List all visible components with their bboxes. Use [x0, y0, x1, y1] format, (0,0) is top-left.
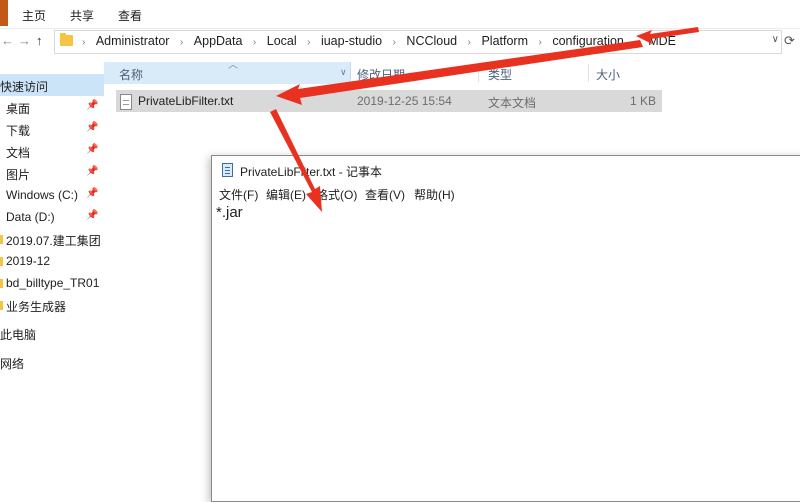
sidebar-item-label: 2019.07.建工集团. [6, 234, 102, 248]
sort-up-icon: ︿ [228, 60, 238, 71]
breadcrumb-separator: › [179, 37, 184, 48]
pin-icon: 📌 [86, 122, 99, 133]
file-size: 1 KB [629, 94, 656, 108]
breadcrumb-item[interactable]: NCCloud [406, 34, 457, 48]
tab-view[interactable]: 查看 [118, 7, 142, 24]
sidebar-item-label: 网络 [0, 357, 25, 371]
sidebar-item-downloads[interactable]: 下载 📌 [0, 118, 104, 140]
forward-icon[interactable]: → [18, 33, 31, 48]
sidebar-item-folder[interactable]: bd_billtype_TR01 [0, 272, 104, 294]
file-name: PrivateLibFilter.txt [138, 94, 234, 108]
breadcrumb: › Administrator › AppData › Local › iuap… [79, 34, 680, 48]
pin-icon: 📌 [86, 188, 99, 199]
sidebar-item-label: 业务生成器 [6, 300, 67, 314]
column-divider [478, 64, 479, 82]
breadcrumb-item[interactable]: Platform [481, 34, 528, 48]
column-type[interactable]: 类型 [488, 66, 512, 83]
sidebar-item-label: bd_billtype_TR01 [6, 276, 100, 290]
sidebar-item-this-pc[interactable]: 此电脑 [0, 322, 104, 344]
sidebar-item-windows-c[interactable]: Windows (C:) 📌 [0, 184, 104, 206]
chevron-down-icon[interactable]: ∨ [772, 34, 779, 45]
breadcrumb-separator: › [252, 37, 257, 48]
breadcrumb-separator: › [538, 37, 542, 48]
breadcrumb-item[interactable]: AppData [194, 34, 243, 48]
notepad-title: PrivateLibFilter.txt - 记事本 [240, 165, 383, 179]
navigation-pane: 快速访问 桌面 📌 下载 📌 文档 📌 图片 📌 Windows (C:) 📌 … [0, 74, 104, 392]
up-icon[interactable]: ↑ [36, 33, 43, 48]
column-divider [588, 64, 589, 82]
pin-icon: 📌 [86, 100, 99, 111]
breadcrumb-separator: › [467, 37, 471, 48]
file-row[interactable]: PrivateLibFilter.txt 2019-12-25 15:54 文本… [116, 90, 662, 112]
breadcrumb-separator: › [82, 37, 86, 48]
notepad-text-area[interactable]: *.jar [216, 204, 243, 221]
file-tab[interactable] [0, 0, 8, 26]
notepad-icon [222, 163, 233, 177]
notepad-menu-bar: 文件(F) 编辑(E) 格式(O) 查看(V) 帮助(H) [212, 184, 800, 204]
column-name-label: 名称 [119, 68, 144, 82]
sidebar-item-folder[interactable]: 业务生成器 [0, 294, 104, 316]
pin-icon: 📌 [86, 210, 99, 221]
ribbon: 主页 共享 查看 [0, 0, 800, 29]
breadcrumb-item[interactable]: MDE [648, 34, 676, 48]
menu-view[interactable]: 查看(V) [365, 186, 405, 203]
breadcrumb-separator: › [392, 37, 396, 48]
folder-icon [0, 235, 3, 244]
text-file-icon [120, 94, 132, 110]
breadcrumb-item[interactable]: configuration [552, 34, 624, 48]
sidebar-item-quick-access[interactable]: 快速访问 [0, 74, 104, 96]
folder-icon [0, 301, 3, 310]
back-icon[interactable]: ← [1, 33, 14, 48]
notepad-window[interactable]: PrivateLibFilter.txt - 记事本 文件(F) 编辑(E) 格… [211, 155, 800, 502]
sidebar-item-label: 2019-12 [6, 254, 51, 268]
tab-share[interactable]: 共享 [70, 7, 94, 24]
sidebar-item-network[interactable]: 网络 [0, 351, 104, 373]
sidebar-item-desktop[interactable]: 桌面 📌 [0, 96, 104, 118]
column-modified[interactable]: 修改日期 [357, 66, 405, 83]
sidebar-item-label: 快速访问 [0, 80, 49, 94]
column-header: ︿ 名称 ∨ 修改日期 类型 大小 [104, 60, 664, 84]
menu-format[interactable]: 格式(O) [316, 186, 357, 203]
breadcrumb-separator: › [634, 37, 638, 48]
breadcrumb-item[interactable]: Local [267, 34, 297, 48]
file-type: 文本文档 [488, 96, 537, 110]
sidebar-item-data-d[interactable]: Data (D:) 📌 [0, 206, 104, 228]
chevron-down-icon[interactable]: ∨ [340, 67, 347, 78]
sidebar-item-pictures[interactable]: 图片 📌 [0, 162, 104, 184]
breadcrumb-item[interactable]: iuap-studio [321, 34, 382, 48]
tab-home[interactable]: 主页 [22, 7, 46, 24]
address-row: ← → ↑ › Administrator › AppData › Local … [0, 29, 800, 55]
column-size[interactable]: 大小 [596, 66, 620, 83]
sidebar-item-folder[interactable]: 2019-12 [0, 250, 104, 272]
refresh-icon[interactable]: ⟳ [784, 33, 795, 49]
pin-icon: 📌 [86, 144, 99, 155]
menu-help[interactable]: 帮助(H) [414, 186, 455, 203]
column-name[interactable]: ︿ 名称 ∨ [104, 60, 351, 84]
folder-icon [60, 33, 73, 46]
sidebar-item-documents[interactable]: 文档 📌 [0, 140, 104, 162]
menu-edit[interactable]: 编辑(E) [266, 186, 306, 203]
pin-icon: 📌 [86, 166, 99, 177]
breadcrumb-separator: › [307, 37, 311, 48]
address-bar[interactable]: › Administrator › AppData › Local › iuap… [54, 30, 782, 54]
folder-icon [0, 257, 3, 266]
notepad-title-bar[interactable]: PrivateLibFilter.txt - 记事本 [212, 156, 800, 184]
file-modified: 2019-12-25 15:54 [357, 94, 452, 108]
sidebar-item-label: 此电脑 [0, 328, 37, 342]
breadcrumb-item[interactable]: Administrator [96, 34, 170, 48]
sidebar-item-folder[interactable]: 2019.07.建工集团. [0, 228, 104, 250]
menu-file[interactable]: 文件(F) [219, 186, 258, 203]
folder-icon [0, 279, 3, 288]
